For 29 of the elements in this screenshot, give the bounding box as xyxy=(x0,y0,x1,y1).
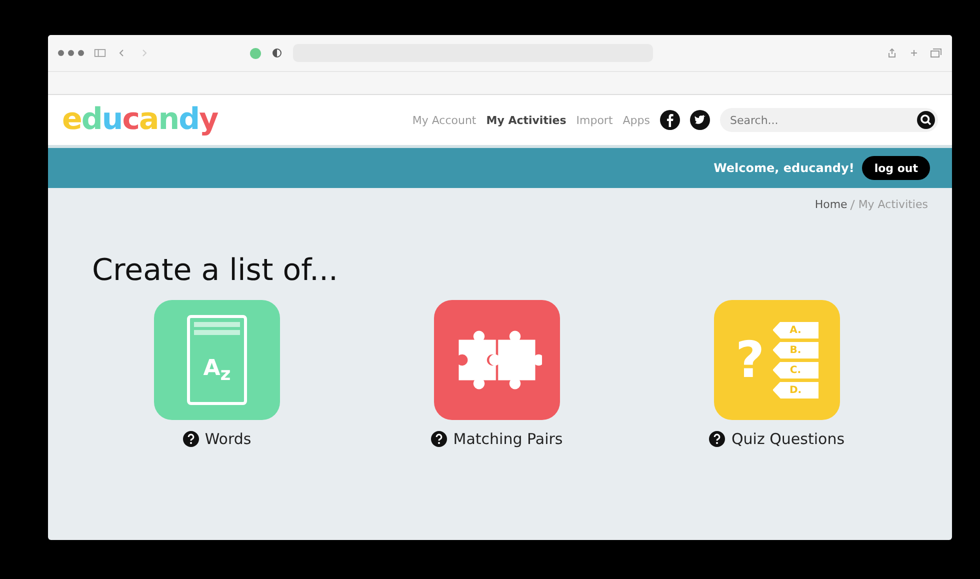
nav-link[interactable]: My Account xyxy=(412,114,476,126)
share-icon[interactable] xyxy=(886,48,898,58)
window-controls-icon[interactable] xyxy=(58,50,84,56)
search-icon[interactable] xyxy=(917,111,935,129)
logout-button[interactable]: log out xyxy=(862,156,930,180)
help-icon[interactable] xyxy=(182,431,199,447)
nav-link[interactable]: Import xyxy=(576,114,613,126)
welcome-text: Welcome, educandy! xyxy=(714,161,854,175)
extension-icon[interactable] xyxy=(250,48,261,58)
twitter-icon[interactable] xyxy=(690,110,710,130)
help-icon[interactable] xyxy=(431,431,448,447)
activity-label[interactable]: Quiz Questions xyxy=(731,430,845,448)
breadcrumb-link[interactable]: Home xyxy=(814,198,848,211)
activity-tile[interactable]: ? A. B. C. D. xyxy=(714,300,840,420)
activity-label[interactable]: Matching Pairs xyxy=(453,430,563,448)
logo[interactable]: educandy xyxy=(62,105,218,135)
breadcrumb-link[interactable]: My Activities xyxy=(858,198,928,211)
privacy-icon[interactable] xyxy=(271,48,283,58)
activity-label[interactable]: Words xyxy=(204,430,252,448)
plus-icon[interactable] xyxy=(908,48,920,58)
sidebar-icon[interactable] xyxy=(94,48,106,58)
nav-link[interactable]: My Activities xyxy=(486,114,566,126)
activity-tile[interactable] xyxy=(434,300,560,420)
search-field[interactable]: Search... xyxy=(720,108,938,132)
facebook-icon[interactable] xyxy=(660,110,680,130)
help-icon[interactable] xyxy=(709,431,726,447)
nav-link[interactable]: Apps xyxy=(622,114,650,126)
page-heading: Create a list of... xyxy=(92,253,340,288)
tabs-icon[interactable] xyxy=(930,48,942,58)
